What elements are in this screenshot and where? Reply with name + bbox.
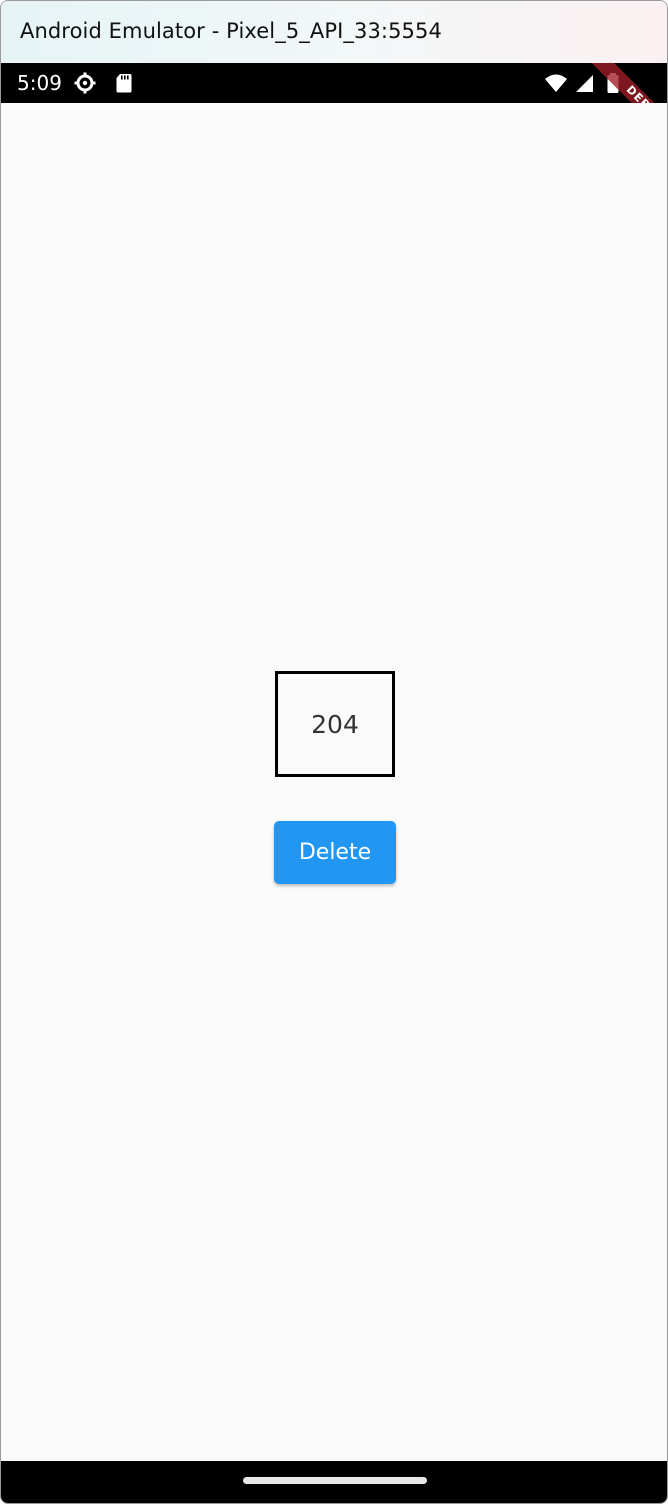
window-titlebar[interactable]: Android Emulator - Pixel_5_API_33:5554	[1, 1, 667, 63]
counter-value: 204	[311, 709, 359, 739]
wifi-icon	[544, 71, 568, 95]
cell-signal-icon	[573, 71, 597, 95]
status-time: 5:09	[17, 71, 62, 95]
android-navigation-bar	[1, 1461, 667, 1503]
sd-card-icon	[112, 71, 136, 95]
window-title: Android Emulator - Pixel_5_API_33:5554	[20, 19, 442, 43]
settings-gear-icon	[73, 71, 97, 95]
gesture-handle[interactable]	[243, 1477, 427, 1484]
delete-button[interactable]: Delete	[274, 821, 396, 884]
emulator-window: Android Emulator - Pixel_5_API_33:5554 5…	[0, 0, 668, 1504]
app-screen	[1, 103, 667, 1461]
battery-icon	[601, 71, 625, 95]
android-status-bar: 5:09	[1, 63, 667, 103]
counter-box: 204	[275, 671, 395, 777]
